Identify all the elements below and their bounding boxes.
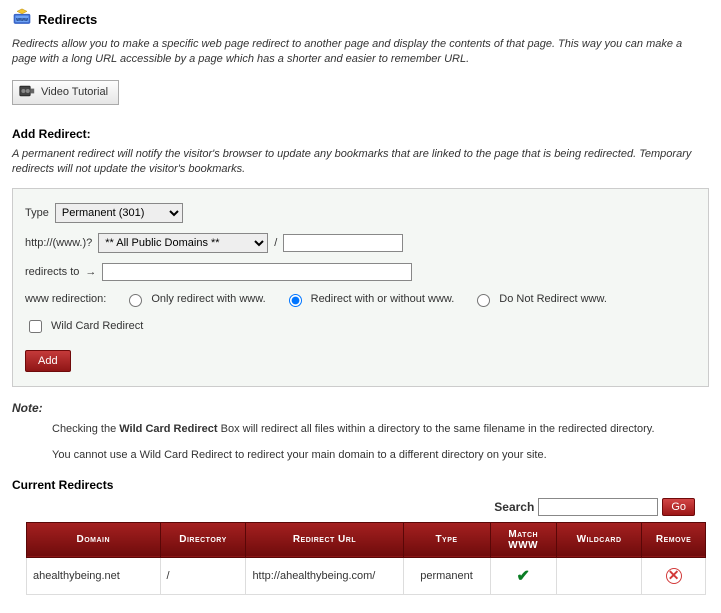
www-redirection-label: www redirection: xyxy=(25,293,106,305)
table-row: ahealthybeing.net/http://ahealthybeing.c… xyxy=(27,557,706,594)
add-redirect-description: A permanent redirect will notify the vis… xyxy=(12,147,709,178)
www-none-radio[interactable] xyxy=(477,294,490,307)
type-label: Type xyxy=(25,207,49,219)
redirects-icon: WWW xyxy=(12,8,32,31)
page-title: Redirects xyxy=(38,12,97,27)
www-both-radio[interactable] xyxy=(289,294,302,307)
col-type[interactable]: Type xyxy=(403,522,490,557)
redirects-to-input[interactable] xyxy=(102,263,412,281)
cell-domain: ahealthybeing.net xyxy=(27,557,161,594)
url-prefix-label: http://(www.)? xyxy=(25,237,92,249)
redirects-table: Domain Directory Redirect Url Type Match… xyxy=(26,522,706,595)
path-input[interactable] xyxy=(283,234,403,252)
svg-text:WWW: WWW xyxy=(16,17,28,22)
cell-type: permanent xyxy=(403,557,490,594)
www-only-label: Only redirect with www. xyxy=(151,293,265,305)
add-redirect-heading: Add Redirect: xyxy=(12,127,709,141)
intro-text: Redirects allow you to make a specific w… xyxy=(12,37,709,68)
www-none-label: Do Not Redirect www. xyxy=(499,293,607,305)
col-match-www[interactable]: Match WWW xyxy=(490,522,556,557)
video-tutorial-button[interactable]: Video Tutorial xyxy=(12,80,119,105)
www-both-label: Redirect with or without www. xyxy=(311,293,455,305)
col-directory[interactable]: Directory xyxy=(160,522,246,557)
cell-match-www: ✔ xyxy=(490,557,556,594)
www-only-radio[interactable] xyxy=(129,294,142,307)
cell-wildcard xyxy=(556,557,641,594)
note-body: Checking the Wild Card Redirect Box will… xyxy=(52,421,709,464)
search-label: Search xyxy=(494,500,534,514)
wildcard-checkbox[interactable] xyxy=(29,320,42,333)
remove-icon[interactable]: ✕ xyxy=(666,568,682,584)
redirects-to-label: redirects to xyxy=(25,266,79,278)
add-button[interactable]: Add xyxy=(25,350,71,372)
domain-select[interactable]: ** All Public Domains ** xyxy=(98,233,268,253)
check-icon: ✔ xyxy=(516,568,529,585)
col-wildcard[interactable]: Wildcard xyxy=(556,522,641,557)
col-redirect-url[interactable]: Redirect Url xyxy=(246,522,403,557)
go-button[interactable]: Go xyxy=(662,498,695,516)
search-input[interactable] xyxy=(538,498,658,516)
video-icon xyxy=(19,84,35,101)
col-remove[interactable]: Remove xyxy=(642,522,706,557)
video-tutorial-label: Video Tutorial xyxy=(41,86,108,98)
note-heading: Note: xyxy=(12,401,709,415)
wildcard-label: Wild Card Redirect xyxy=(51,320,143,332)
col-domain[interactable]: Domain xyxy=(27,522,161,557)
slash-label: / xyxy=(274,237,277,249)
cell-remove[interactable]: ✕ xyxy=(642,557,706,594)
add-redirect-form: Type Permanent (301) http://(www.)? ** A… xyxy=(12,188,709,387)
cell-directory: / xyxy=(160,557,246,594)
arrow-icon: → xyxy=(85,266,96,278)
cell-redirect-url: http://ahealthybeing.com/ xyxy=(246,557,403,594)
current-redirects-heading: Current Redirects xyxy=(12,478,709,492)
type-select[interactable]: Permanent (301) xyxy=(55,203,183,223)
